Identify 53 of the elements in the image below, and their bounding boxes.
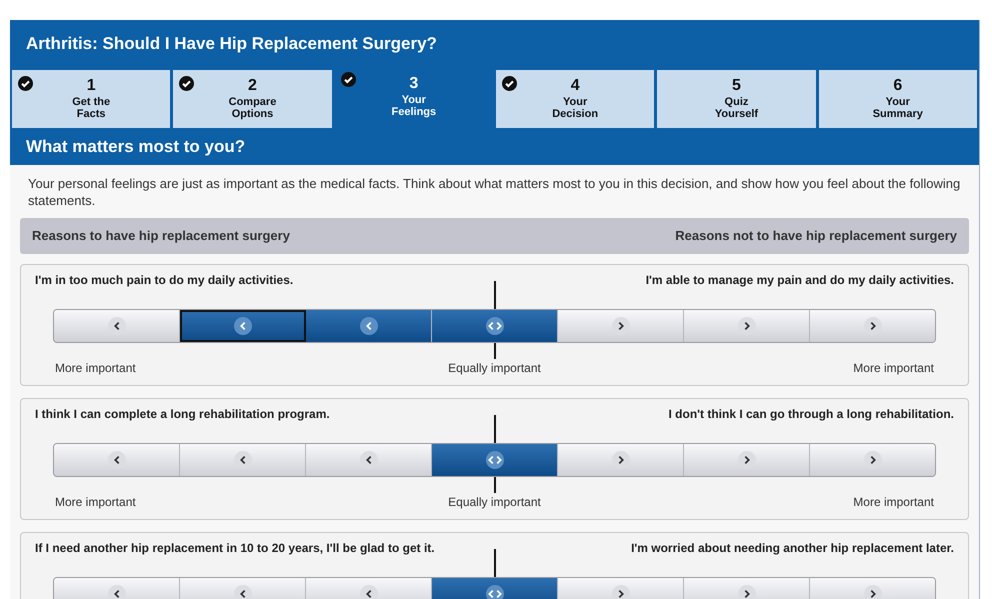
- checkmark-icon: [502, 76, 517, 90]
- double-chevron-icon: [486, 584, 504, 599]
- slider-segment[interactable]: [306, 310, 432, 342]
- statement-text: I think I can complete a long rehabilitation program.: [35, 406, 330, 422]
- window-title: Arthritis: Should I Have Hip Replacement Surgery?: [25, 33, 438, 55]
- statement-text: I'm able to manage my pain and do my daily activities.: [646, 272, 954, 288]
- step-tab[interactable]: 4 Your Decision: [496, 70, 654, 128]
- checkmark-icon: [340, 72, 356, 86]
- chevron-left-icon: [360, 584, 378, 599]
- step-tab[interactable]: 2 Compare Options: [173, 70, 332, 128]
- scale-label: Equally important: [448, 494, 541, 510]
- slider-segment[interactable]: [558, 444, 684, 476]
- chevron-left-icon: [108, 584, 126, 599]
- intro-text: Your personal feelings are just as important as the medical facts. Think about what matters most to you in this decision, and show how you feel about the following statements.: [27, 175, 962, 209]
- slider-segment[interactable]: [684, 444, 810, 476]
- slider-segment[interactable]: [54, 444, 180, 476]
- scale-label: More important: [853, 360, 934, 376]
- column-header: Reasons to have hip replacement surgery: [32, 227, 290, 245]
- scale-label: More important: [55, 494, 136, 510]
- slider-segment[interactable]: [306, 444, 432, 476]
- rating-slider[interactable]: [53, 308, 936, 342]
- slider-segment[interactable]: [180, 444, 306, 476]
- checkmark-icon: [179, 76, 194, 90]
- step-tab[interactable]: 6 Your Summary: [818, 70, 977, 128]
- chevron-left-icon: [234, 316, 252, 334]
- slider-segment[interactable]: [180, 310, 306, 342]
- rating-slider[interactable]: [53, 442, 936, 476]
- chevron-right-icon: [864, 584, 882, 599]
- step-tab[interactable]: 5 Quiz Yourself: [657, 70, 816, 128]
- scale-label: More important: [853, 494, 934, 510]
- statement-text: I'm worried about needing another hip replacement later.: [631, 540, 954, 556]
- column-header: Reasons not to have hip replacement surgery: [675, 227, 957, 245]
- statement-text: I'm in too much pain to do my daily activities.: [35, 272, 294, 288]
- checkmark-icon: [18, 76, 33, 90]
- section-title: What matters most to you?: [25, 136, 246, 158]
- scale-label: More important: [55, 360, 136, 376]
- slider-segment[interactable]: [432, 444, 558, 476]
- statement-text: If I need another hip replacement in 10 to 20 years, I'll be glad to get it.: [35, 540, 435, 556]
- slider-segment[interactable]: [810, 310, 935, 342]
- double-chevron-icon: [486, 316, 504, 334]
- chevron-right-icon: [738, 584, 756, 599]
- slider-segment[interactable]: [810, 444, 935, 476]
- double-chevron-icon: [486, 450, 504, 468]
- chevron-left-icon: [360, 316, 378, 334]
- slider-segment[interactable]: [54, 310, 180, 342]
- slider-segment[interactable]: [558, 310, 684, 342]
- slider-segment[interactable]: [684, 310, 810, 342]
- chevron-left-icon: [234, 584, 252, 599]
- chevron-right-icon: [612, 584, 630, 599]
- slider-segment[interactable]: [432, 310, 558, 342]
- step-tab[interactable]: 1 Get the Facts: [12, 70, 170, 128]
- statement-text: I don't think I can go through a long rehabilitation.: [668, 406, 954, 422]
- scale-label: Equally important: [448, 360, 541, 376]
